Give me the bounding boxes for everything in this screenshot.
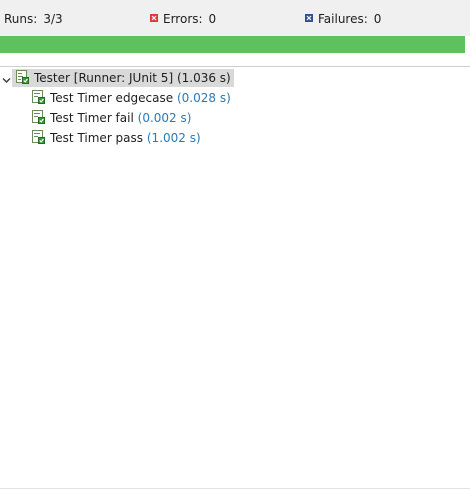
- test-case-name: Test Timer pass: [50, 131, 144, 145]
- error-icon: [150, 14, 158, 22]
- test-case-row[interactable]: Test Timer pass (1.002 s): [0, 128, 470, 148]
- runs-label: Runs:: [4, 12, 38, 26]
- test-case-icon: [30, 109, 46, 125]
- runs-value: 3/3: [43, 12, 63, 26]
- divider: [0, 488, 470, 489]
- test-summary-bar: Runs: 3/3 Errors: 0 Failures: 0: [0, 0, 470, 36]
- failures-label: Failures:: [318, 12, 368, 26]
- failures-counter: Failures: 0: [305, 12, 381, 26]
- errors-counter: Errors: 0: [150, 12, 216, 26]
- progress-fill: [0, 36, 465, 53]
- test-case-row[interactable]: Test Timer fail (0.002 s): [0, 108, 470, 128]
- test-suite-icon: [14, 69, 30, 85]
- test-case-row[interactable]: Test Timer edgecase (0.028 s): [0, 88, 470, 108]
- test-case-name: Test Timer fail: [50, 111, 134, 125]
- test-results-tree: Tester [Runner: JUnit 5] (1.036 s) Test …: [0, 68, 470, 148]
- chevron-down-icon[interactable]: [1, 72, 12, 83]
- test-case-time: (1.002 s): [146, 131, 201, 145]
- root-node-name: Tester [Runner: JUnit 5]: [34, 71, 174, 85]
- errors-label: Errors:: [163, 12, 203, 26]
- errors-value: 0: [208, 12, 217, 26]
- test-case-icon: [30, 89, 46, 105]
- runs-counter: Runs: 3/3: [4, 12, 63, 26]
- root-node-time: (1.036 s): [176, 71, 231, 85]
- failures-value: 0: [373, 12, 382, 26]
- tree-root-node[interactable]: Tester [Runner: JUnit 5] (1.036 s): [12, 69, 234, 87]
- failure-icon: [305, 14, 313, 22]
- test-case-icon: [30, 129, 46, 145]
- test-case-time: (0.028 s): [176, 91, 231, 105]
- test-case-time: (0.002 s): [137, 111, 192, 125]
- tree-root-row[interactable]: Tester [Runner: JUnit 5] (1.036 s): [0, 68, 470, 88]
- test-progress-bar: [0, 36, 465, 53]
- divider: [0, 66, 470, 67]
- test-case-name: Test Timer edgecase: [50, 91, 174, 105]
